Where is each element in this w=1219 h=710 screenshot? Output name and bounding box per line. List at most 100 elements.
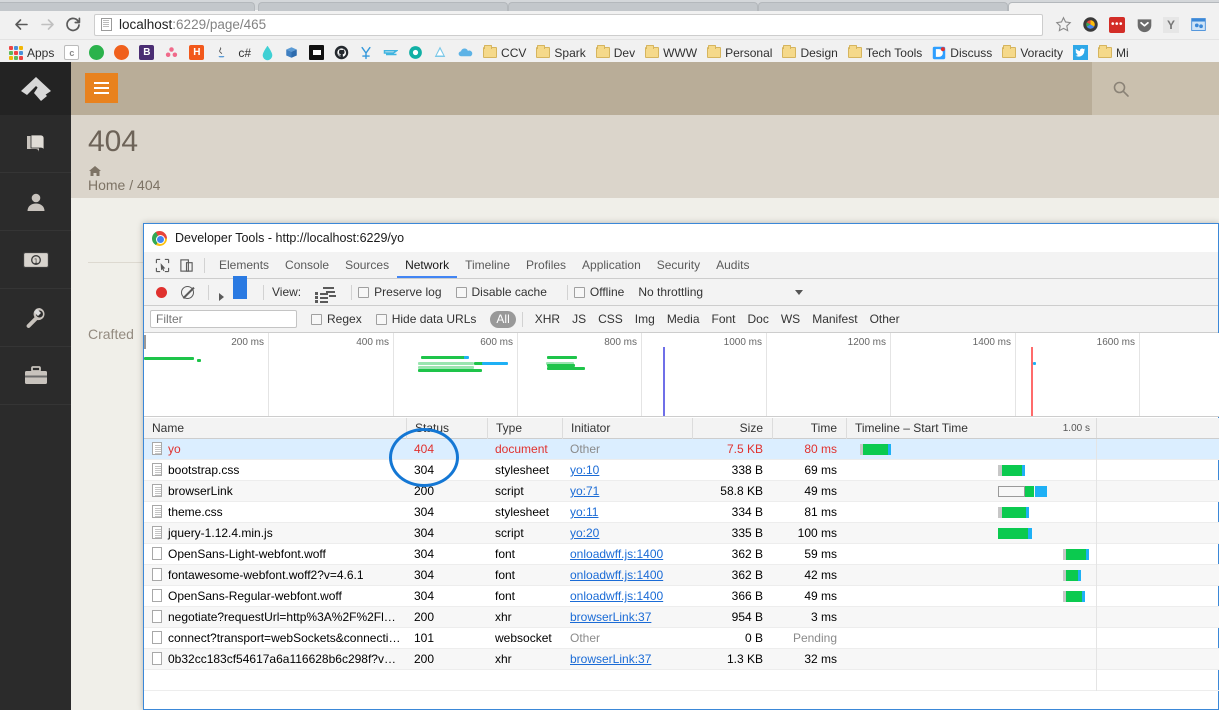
bookmark-flag[interactable] — [304, 42, 329, 64]
cell-initiator[interactable]: yo:20 — [570, 523, 690, 544]
record-button[interactable] — [156, 286, 167, 298]
type-filter-all[interactable]: All — [490, 310, 516, 328]
bookmark-feedly[interactable] — [84, 42, 109, 64]
menu-toggle-button[interactable] — [85, 73, 118, 103]
bookmark-water[interactable] — [256, 42, 279, 64]
network-toolbar[interactable]: View: Preserve log Disable cache Offline… — [144, 276, 1218, 306]
table-row[interactable]: OpenSans-Light-webfont.woff 304 font onl… — [144, 544, 1219, 565]
tab-network[interactable]: Network — [397, 252, 457, 278]
inspect-element-icon[interactable] — [150, 253, 174, 277]
cell-initiator[interactable]: yo:71 — [570, 481, 690, 502]
cell-name[interactable]: 0b32cc183cf54617a6a116628b6c298f?version… — [152, 649, 402, 670]
browser-tab[interactable] — [258, 2, 508, 11]
bookmark-folder-design[interactable]: Design — [777, 42, 842, 64]
cell-name[interactable]: theme.css — [152, 502, 402, 523]
table-row[interactable]: bootstrap.css 304 stylesheet yo:10 338 B… — [144, 460, 1219, 481]
bookmark-bitbucket[interactable]: B — [134, 42, 159, 64]
table-row[interactable]: jquery-1.12.4.min.js 304 script yo:20 33… — [144, 523, 1219, 544]
bookmark-asana[interactable] — [159, 42, 184, 64]
regex-checkbox[interactable]: Regex — [311, 312, 362, 326]
bookmark-onedrive[interactable] — [452, 42, 478, 64]
cell-name[interactable]: OpenSans-Light-webfont.woff — [152, 544, 402, 565]
table-row[interactable]: browserLink 200 script yo:71 58.8 KB 49 … — [144, 481, 1219, 502]
brand-logo[interactable] — [0, 62, 71, 115]
table-row[interactable]: OpenSans-Regular-webfont.woff 304 font o… — [144, 586, 1219, 607]
star-icon[interactable] — [1050, 14, 1076, 36]
browser-tab[interactable] — [0, 2, 255, 11]
bookmark-folder-ccv[interactable]: CCV — [478, 42, 531, 64]
chevron-down-icon[interactable] — [795, 289, 804, 295]
sidebar-item-money[interactable]: 1 — [0, 231, 71, 289]
address-bar[interactable]: localhost:6229/page/465 — [94, 13, 1043, 36]
type-filter-media[interactable]: Media — [661, 311, 706, 328]
bookmark-folder-personal[interactable]: Personal — [702, 42, 777, 64]
column-header-status[interactable]: Status — [406, 418, 487, 439]
cell-name[interactable]: negotiate?requestUrl=http%3A%2F%2Flocalh… — [152, 607, 402, 628]
cell-initiator[interactable]: browserLink:37 — [570, 607, 690, 628]
sidebar-item-user[interactable] — [0, 173, 71, 231]
bookmark-twitter[interactable] — [1068, 42, 1093, 64]
filter-toggle-icon[interactable] — [233, 276, 247, 299]
bookmark-folder-spark[interactable]: Spark — [531, 42, 590, 64]
tab-profiles[interactable]: Profiles — [518, 252, 574, 278]
table-row[interactable]: connect?transport=webSockets&connectionT… — [144, 628, 1219, 649]
table-row[interactable]: negotiate?requestUrl=http%3A%2F%2Flocalh… — [144, 607, 1219, 628]
forward-arrow-icon[interactable] — [34, 12, 60, 38]
browser-tab-active[interactable] — [1008, 2, 1219, 11]
sidebar-item-briefcase[interactable] — [0, 347, 71, 405]
network-request-list[interactable]: yo 404 document Other 7.5 KB 80 ms boots… — [144, 439, 1219, 709]
bookmark-swiftype[interactable] — [378, 42, 403, 64]
color-picker-icon[interactable] — [1077, 14, 1103, 36]
tab-timeline[interactable]: Timeline — [457, 252, 518, 278]
type-filter-doc[interactable]: Doc — [742, 311, 775, 328]
hide-data-urls-checkbox[interactable]: Hide data URLs — [375, 312, 476, 326]
tab-audits[interactable]: Audits — [708, 252, 757, 278]
bookmark-xamarin[interactable] — [354, 42, 378, 64]
sidebar-item-tools[interactable] — [0, 289, 71, 347]
column-header-initiator[interactable]: Initiator — [562, 418, 692, 439]
type-filter-ws[interactable]: WS — [775, 311, 806, 328]
bookmark-reddit[interactable] — [109, 42, 134, 64]
column-header-waterfall[interactable]: Timeline – Start Time — [846, 418, 1219, 439]
cell-name[interactable]: connect?transport=webSockets&connectionT… — [152, 628, 402, 649]
table-row[interactable]: 0b32cc183cf54617a6a116628b6c298f?version… — [144, 649, 1219, 670]
bookmark-csharp[interactable]: c# — [233, 42, 256, 64]
sidebar-item-book[interactable] — [0, 115, 71, 173]
network-filter-bar[interactable]: Regex Hide data URLs All XHR JS CSS Img … — [144, 306, 1218, 333]
tab-application[interactable]: Application — [574, 252, 649, 278]
table-row[interactable]: fontawesome-webfont.woff2?v=4.6.1 304 fo… — [144, 565, 1219, 586]
network-table-header[interactable]: Name Status Type Initiator Size Time Tim… — [144, 418, 1219, 439]
bookmark-folder-voracity[interactable]: Voracity — [997, 42, 1068, 64]
cell-name[interactable]: fontawesome-webfont.woff2?v=4.6.1 — [152, 565, 402, 586]
type-filter-img[interactable]: Img — [629, 311, 661, 328]
type-filter-js[interactable]: JS — [566, 311, 592, 328]
hacker-news-icon[interactable]: Y — [1158, 14, 1184, 36]
browser-tabstrip[interactable] — [0, 0, 1219, 11]
browser-tab[interactable] — [508, 2, 758, 11]
bookmark-teal-ring[interactable] — [403, 42, 428, 64]
lastpass-icon[interactable]: ••• — [1104, 14, 1130, 36]
reload-icon[interactable] — [60, 12, 86, 38]
bookmark-folder-tech-tools[interactable]: Tech Tools — [843, 42, 927, 64]
cell-name[interactable]: yo — [152, 439, 402, 460]
bookmark-github[interactable] — [329, 42, 354, 64]
search-button[interactable] — [1092, 62, 1219, 115]
back-arrow-icon[interactable] — [8, 12, 34, 38]
disable-cache-checkbox[interactable]: Disable cache — [455, 285, 547, 299]
devtools-titlebar[interactable]: Developer Tools - http://localhost:6229/… — [144, 224, 1218, 252]
bookmark-java[interactable] — [209, 42, 233, 64]
preserve-log-checkbox[interactable]: Preserve log — [358, 285, 442, 299]
page-info-icon[interactable] — [101, 18, 112, 31]
cell-initiator[interactable]: yo:10 — [570, 460, 690, 481]
network-overview-graph[interactable]: 200 ms 400 ms 600 ms 800 ms 1000 ms 1200… — [144, 333, 1219, 417]
type-filter-other[interactable]: Other — [864, 311, 906, 328]
bookmark-folder-dev[interactable]: Dev — [591, 42, 640, 64]
column-header-time[interactable]: Time — [772, 418, 846, 439]
bookmark-folder-www[interactable]: WWW — [640, 42, 702, 64]
bookmark-azure[interactable] — [428, 42, 452, 64]
bookmark-box[interactable] — [279, 42, 304, 64]
filter-input[interactable] — [150, 310, 297, 328]
cell-name[interactable]: browserLink — [152, 481, 402, 502]
bookmark-apps[interactable]: Apps — [4, 42, 59, 64]
column-header-size[interactable]: Size — [692, 418, 772, 439]
